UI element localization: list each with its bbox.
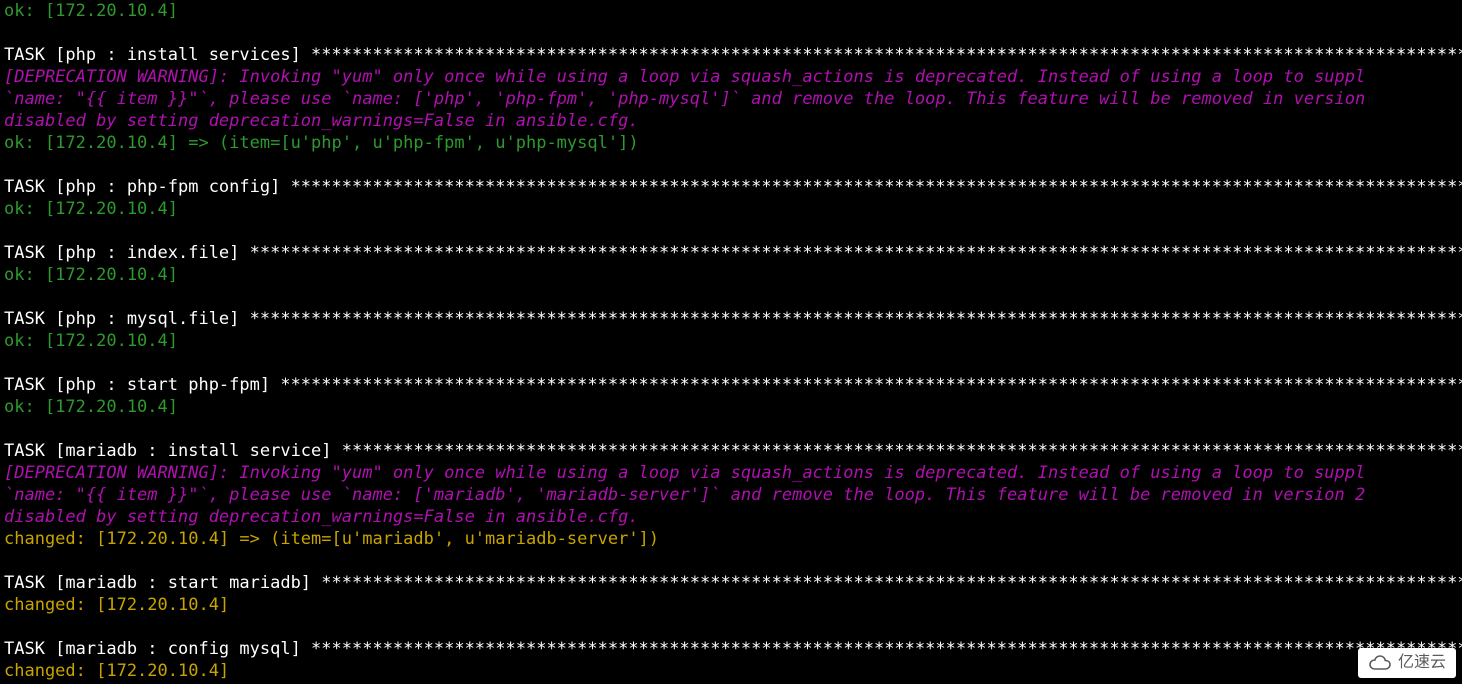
terminal-line-ok: ok: [172.20.10.4] => (item=[u'php', u'ph… (4, 132, 1458, 154)
cloud-icon (1368, 655, 1394, 671)
terminal-line-task: TASK [php : mysql.file] ****************… (4, 308, 1458, 330)
terminal-line-changed: changed: [172.20.10.4] => (item=[u'maria… (4, 528, 1458, 550)
terminal-line-task: TASK [php : install services] **********… (4, 44, 1458, 66)
terminal-line-ok: ok: [172.20.10.4] (4, 198, 1458, 220)
terminal-line-blank (4, 154, 1458, 176)
watermark-badge: 亿速云 (1358, 648, 1456, 678)
terminal-line-blank (4, 352, 1458, 374)
watermark-text: 亿速云 (1398, 652, 1446, 674)
terminal-line-warn: `name: "{{ item }}"`, please use `name: … (4, 88, 1458, 110)
terminal-line-warn: `name: "{{ item }}"`, please use `name: … (4, 484, 1458, 506)
terminal-line-task: TASK [php : php-fpm config] ************… (4, 176, 1458, 198)
terminal-line-blank (4, 616, 1458, 638)
terminal-line-ok: ok: [172.20.10.4] (4, 330, 1458, 352)
terminal-line-task: TASK [php : index.file] ****************… (4, 242, 1458, 264)
terminal-line-blank (4, 220, 1458, 242)
terminal-line-warn: [DEPRECATION WARNING]: Invoking "yum" on… (4, 66, 1458, 88)
terminal-line-ok: ok: [172.20.10.4] (4, 264, 1458, 286)
terminal-line-changed: changed: [172.20.10.4] (4, 594, 1458, 616)
terminal-line-blank (4, 286, 1458, 308)
terminal-output: ok: [172.20.10.4] TASK [php : install se… (0, 0, 1462, 682)
terminal-line-blank (4, 550, 1458, 572)
terminal-line-warn: disabled by setting deprecation_warnings… (4, 506, 1458, 528)
terminal-line-task: TASK [mariadb : config mysql] **********… (4, 638, 1458, 660)
terminal-line-warn: [DEPRECATION WARNING]: Invoking "yum" on… (4, 462, 1458, 484)
terminal-line-warn: disabled by setting deprecation_warnings… (4, 110, 1458, 132)
terminal-line-task: TASK [mariadb : start mariadb] *********… (4, 572, 1458, 594)
terminal-line-task: TASK [mariadb : install service] *******… (4, 440, 1458, 462)
terminal-line-task: TASK [php : start php-fpm] *************… (4, 374, 1458, 396)
terminal-line-ok: ok: [172.20.10.4] (4, 396, 1458, 418)
terminal-line-ok: ok: [172.20.10.4] (4, 0, 1458, 22)
terminal-line-blank (4, 418, 1458, 440)
terminal-line-changed: changed: [172.20.10.4] (4, 660, 1458, 682)
terminal-line-blank (4, 22, 1458, 44)
